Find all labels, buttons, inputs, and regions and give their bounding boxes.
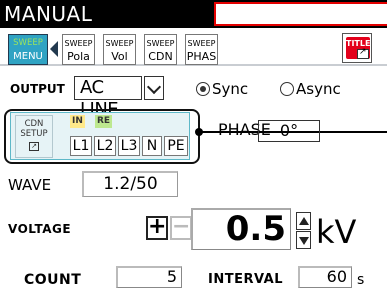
spin-up-icon[interactable]	[296, 212, 311, 230]
sweep-cdn-button[interactable]: SWEEP CDN	[144, 34, 177, 65]
voltage-field[interactable]: 0.5	[191, 208, 291, 250]
voltage-plus-button[interactable]: +	[146, 216, 168, 240]
async-label: Async	[296, 80, 341, 98]
sweep-pola-line1: SWEEP	[64, 39, 93, 48]
sweep-cdn-line2: CDN	[148, 50, 173, 63]
sweep-vol-line2: Vol	[111, 50, 128, 63]
sweep-menu-button[interactable]: SWEEP MENU	[8, 34, 48, 65]
phase-field[interactable]: 0°	[258, 120, 320, 142]
wave-field[interactable]: 1.2/50	[82, 171, 178, 197]
mode-title: MANUAL	[4, 2, 93, 26]
sweep-menu-line2: MENU	[13, 51, 43, 62]
sync-label: Sync	[212, 80, 249, 98]
menu-arrow-icon	[50, 41, 58, 57]
voltage-unit: kV	[316, 213, 357, 251]
wave-label: WAVE	[8, 176, 52, 194]
title-field[interactable]	[214, 2, 387, 26]
sweep-menu-line1: SWEEP	[13, 38, 43, 48]
title-button[interactable]: TITLE	[342, 33, 372, 63]
count-field[interactable]: 5	[116, 266, 182, 288]
sweep-vol-line1: SWEEP	[105, 39, 134, 48]
voltage-minus-button[interactable]: −	[170, 216, 192, 240]
chevron-down-icon[interactable]	[144, 76, 164, 100]
sync-radio[interactable]	[196, 82, 210, 96]
sweep-pola-line2: Pola	[67, 50, 90, 63]
sweep-vol-button[interactable]: SWEEP Vol	[103, 34, 136, 65]
sweep-pola-button[interactable]: SWEEP Pola	[62, 34, 95, 65]
popup-icon	[357, 47, 369, 59]
sweep-phas-button[interactable]: SWEEP PHAS	[185, 34, 218, 65]
spin-down-icon[interactable]	[296, 231, 311, 249]
voltage-label: VOLTAGE	[8, 222, 72, 236]
interval-field[interactable]: 60	[298, 266, 352, 288]
async-radio[interactable]	[280, 82, 294, 96]
interval-label: INTERVAL	[208, 272, 283, 287]
interval-unit: s	[357, 272, 365, 288]
sweep-phas-line2: PHAS	[186, 50, 217, 63]
sweep-phas-line1: SWEEP	[187, 39, 216, 48]
cdn-highlight-outline	[4, 109, 200, 164]
sweep-cdn-line1: SWEEP	[146, 39, 175, 48]
output-select[interactable]: AC LINE	[74, 76, 142, 120]
output-label: OUTPUT	[10, 82, 65, 96]
count-label: COUNT	[24, 272, 82, 288]
